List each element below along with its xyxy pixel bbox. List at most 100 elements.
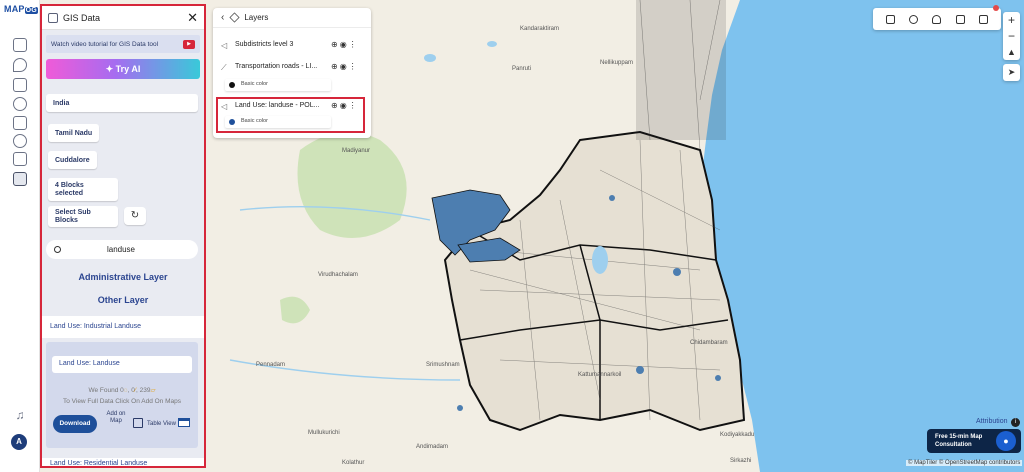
tutorial-banner[interactable]: Watch video tutorial for GIS Data tool ▶: [46, 35, 200, 53]
landuse-card: Land Use: Landuse We Found 0◌, 0⁄, 239▱ …: [46, 342, 198, 448]
other-layer-heading[interactable]: Other Layer: [42, 295, 204, 305]
layer-tools[interactable]: ⊕◉⋮: [331, 40, 359, 49]
blocks-label: 4 Blocks selected: [55, 181, 84, 197]
zoom-control: + − ▲: [1003, 12, 1020, 60]
location-pin-icon[interactable]: [13, 58, 27, 72]
chevron-left-icon[interactable]: ‹: [221, 12, 224, 23]
sub-blocks-label: Select Sub Blocks: [55, 208, 91, 224]
left-rail: MAPOG ♫ A: [0, 0, 40, 472]
map-label: Virudhachalam: [318, 272, 358, 278]
download-button[interactable]: Download: [53, 415, 97, 433]
gis-panel-title: GIS Data: [63, 12, 101, 23]
map-label: Kandaraktiram: [520, 26, 560, 32]
search-input[interactable]: [71, 245, 171, 254]
highlight-box: [216, 97, 365, 133]
search-icon[interactable]: [909, 14, 919, 24]
add-file-icon[interactable]: [13, 78, 27, 92]
search-icon: [54, 246, 61, 253]
found-summary: We Found 0◌, 0⁄, 239▱: [88, 387, 156, 394]
map-label: Sirkazhi: [730, 458, 752, 464]
tutorial-text: Watch video tutorial for GIS Data tool: [51, 40, 159, 48]
color-swatch: [229, 82, 235, 88]
district-label: Cuddalore: [55, 156, 90, 164]
layers-stack-icon: [229, 12, 240, 23]
layer-name: Subdistricts level 3: [235, 41, 294, 48]
layer-tools[interactable]: ⊕◉⋮: [331, 62, 359, 71]
sub-blocks-select[interactable]: Select Sub Blocks: [48, 206, 118, 227]
state-select[interactable]: Tamil Nadu: [48, 124, 100, 142]
gis-data-icon[interactable]: [13, 172, 27, 186]
info-icon[interactable]: i: [1011, 418, 1020, 427]
reset-button[interactable]: ↻: [124, 207, 146, 225]
user-pin-icon[interactable]: [932, 14, 942, 24]
attribution-link[interactable]: Attribution: [976, 418, 1008, 425]
map-label: Kolathur: [342, 460, 365, 466]
person-map-icon[interactable]: [13, 116, 27, 130]
view-full-hint: To View Full Data Click On Add On Maps: [62, 398, 181, 405]
try-ai-button[interactable]: ✦ Try AI: [46, 59, 200, 79]
map-label: Srimushnam: [426, 362, 460, 368]
map-label: Kodiyakkadu: [720, 432, 755, 438]
map-label: Pennadam: [256, 362, 286, 368]
polygon-layer-icon: ◁: [221, 41, 228, 50]
compass-button[interactable]: ▲: [1003, 44, 1020, 60]
map-label: Kattumannarkoil: [578, 372, 622, 378]
map-toolbar: [873, 8, 1001, 30]
found-polygons: 239: [139, 387, 151, 394]
layers-title: Layers: [244, 13, 269, 22]
district-select[interactable]: Cuddalore: [48, 151, 97, 169]
map-label: Panruti: [512, 66, 532, 72]
blocks-select[interactable]: 4 Blocks selected: [48, 178, 118, 201]
close-icon[interactable]: ✕: [187, 11, 198, 24]
polygon-icon: ▱: [150, 387, 156, 394]
avatar[interactable]: A: [11, 434, 27, 450]
bell-icon[interactable]: ♫: [13, 408, 27, 422]
table-view-button[interactable]: Table View: [147, 421, 176, 427]
list-item[interactable]: Land Use: Industrial Landuse: [42, 316, 204, 338]
add-on-map-button[interactable]: Add on Map: [104, 411, 128, 425]
map-label: Chidambaram: [690, 340, 728, 346]
found-prefix: We Found: [88, 387, 119, 394]
locate-button[interactable]: ➤: [1003, 64, 1020, 81]
target-icon[interactable]: [13, 134, 27, 148]
zoom-in-button[interactable]: +: [1003, 12, 1020, 28]
table-icon[interactable]: [178, 418, 190, 427]
chat-icon[interactable]: ●: [996, 431, 1016, 451]
notification-dot: [993, 5, 999, 11]
landuse-title: Land Use: Landuse: [52, 356, 192, 373]
map-label: Madiyanur: [342, 148, 371, 154]
print-icon[interactable]: [978, 14, 988, 24]
layer-name: Transportation roads - LI...: [235, 63, 318, 70]
country-select[interactable]: India: [46, 94, 198, 112]
layer-style[interactable]: Basic color: [225, 79, 331, 91]
layers-icon: [48, 12, 58, 23]
settings-icon[interactable]: [13, 97, 27, 111]
logo-og: OG: [24, 7, 38, 14]
zoom-out-button[interactable]: −: [1003, 28, 1020, 44]
gis-data-panel: GIS Data ✕ Watch video tutorial for GIS …: [40, 4, 206, 468]
measure-icon[interactable]: [955, 14, 965, 24]
map-icon[interactable]: [13, 38, 27, 52]
point-icon: ◌: [123, 387, 128, 394]
logo-text: MAP: [4, 4, 25, 14]
map-credit[interactable]: © MapTiler © OpenStreetMap contributors: [906, 460, 1023, 466]
image-icon[interactable]: [886, 14, 896, 24]
add-map-icon[interactable]: [133, 418, 143, 428]
notes-icon[interactable]: [13, 152, 27, 166]
app-logo[interactable]: MAPOG: [4, 4, 38, 14]
line-icon: ⁄: [134, 387, 137, 394]
country-label: India: [53, 99, 70, 107]
map-label: Mullukurichi: [308, 430, 340, 436]
gis-panel-header: GIS Data ✕: [42, 6, 204, 30]
map-label: Nellikuppam: [600, 60, 634, 66]
state-label: Tamil Nadu: [55, 129, 93, 137]
youtube-icon[interactable]: ▶: [183, 39, 195, 49]
consult-text: Free 15-min Map Consultation: [935, 434, 983, 448]
administrative-layer-heading[interactable]: Administrative Layer: [42, 272, 204, 282]
swatch-label: Basic color: [241, 81, 268, 87]
line-layer-icon: ⟋: [221, 63, 227, 72]
search-bar: [46, 240, 198, 259]
map-label: Andimadam: [416, 444, 449, 450]
list-item[interactable]: Land Use: Residential Landuse: [42, 458, 204, 466]
layers-header: ‹ Layers: [213, 8, 371, 28]
